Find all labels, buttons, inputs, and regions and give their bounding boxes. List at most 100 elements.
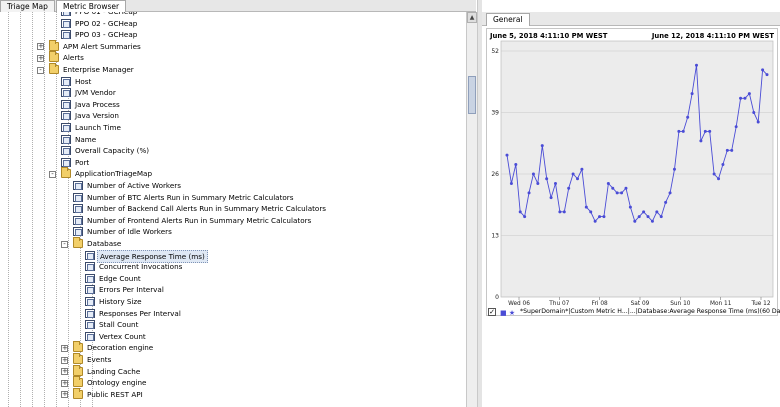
line-chart: 013263952Wed 06 Thu 07 Fri 08 Sat 09 Sun 10 M…: [491, 40, 774, 307]
data-point: [712, 172, 716, 176]
tree-guide-line: [8, 12, 9, 407]
metric-icon: [73, 192, 83, 202]
data-point: [690, 92, 694, 96]
data-point: [567, 186, 571, 190]
chart-legend: ✓ ■ ★ *SuperDomain*|Custom Metric H...|.…: [486, 307, 780, 319]
data-point: [743, 96, 747, 100]
tree-row-label: Overall Capacity (%): [75, 146, 150, 156]
data-point: [571, 172, 575, 176]
tree-row-label: Vertex Count: [99, 331, 146, 341]
metric-icon: [73, 227, 83, 237]
data-point: [650, 219, 654, 223]
tree-row-label: APM Alert Summaries: [63, 41, 141, 51]
data-point: [633, 219, 637, 223]
tree-row-label: Landing Cache: [87, 366, 141, 376]
metric-icon: [85, 273, 95, 283]
expand-icon[interactable]: +: [61, 391, 68, 399]
legend-label: *SuperDomain*|Custom Metric H...|...|Dat…: [520, 308, 780, 315]
data-point: [694, 63, 698, 67]
data-point: [593, 219, 597, 223]
tree-row-label: Number of Idle Workers: [87, 227, 172, 237]
expand-icon[interactable]: +: [61, 356, 68, 364]
data-point: [628, 205, 632, 209]
y-tick-label: 26: [491, 171, 499, 178]
metric-icon: [61, 99, 71, 109]
scroll-up-arrow-icon[interactable]: ▲: [467, 12, 477, 23]
metric-icon: [61, 76, 71, 86]
data-point: [562, 210, 566, 214]
collapse-icon[interactable]: -: [49, 170, 56, 178]
folder-icon: [49, 39, 59, 51]
legend-marker-icon: ■ ★: [500, 309, 516, 317]
data-point: [505, 153, 509, 157]
data-point: [514, 163, 518, 167]
tree-row-label: Database: [87, 239, 122, 248]
data-point: [549, 196, 553, 200]
collapse-icon[interactable]: -: [61, 240, 68, 248]
data-point: [730, 148, 734, 152]
tree-row-label: Alerts: [63, 53, 84, 63]
metric-icon: [61, 12, 71, 16]
tree-row-label: History Size: [99, 297, 142, 306]
tree-row-label: Decoration engine: [87, 343, 154, 353]
legend-checkbox[interactable]: ✓: [488, 308, 496, 316]
data-point: [708, 129, 712, 133]
tree-row-label: PPO 02 - GCHeap: [75, 18, 138, 28]
expand-icon[interactable]: +: [61, 344, 68, 352]
data-point: [527, 191, 531, 195]
tab-triage-map[interactable]: Triage Map: [0, 0, 55, 12]
tree-row-label: PPO 03 - GCHeap: [75, 30, 138, 40]
data-point: [637, 215, 641, 219]
tree-row-label: Events: [87, 355, 112, 364]
folder-icon: [73, 376, 83, 388]
tree-guide-line: [20, 12, 21, 407]
collapse-icon[interactable]: -: [37, 66, 44, 74]
data-point: [523, 215, 527, 219]
scrollbar-thumb[interactable]: [468, 76, 476, 114]
data-point: [717, 177, 721, 181]
metric-icon: [61, 18, 71, 28]
chart-panel: General June 5, 2018 4:11:10 PM WEST Jun…: [482, 0, 780, 407]
tree-scrollbar[interactable]: ▲: [466, 12, 477, 407]
data-point: [703, 129, 707, 133]
data-point: [646, 215, 650, 219]
chart-tab-bar: General: [482, 12, 780, 26]
tree-guide-line: [32, 12, 33, 407]
metric-icon: [61, 30, 71, 40]
data-point: [672, 167, 676, 171]
tree-row-label: Name: [75, 134, 97, 144]
chart-container: June 5, 2018 4:11:10 PM WEST June 12, 20…: [486, 28, 778, 316]
data-point: [677, 129, 681, 133]
metric-tree: PPO 01 - GCHeapPPO 02 - GCHeapPPO 03 - G…: [0, 12, 466, 407]
data-point: [624, 186, 628, 190]
y-tick-label: 39: [491, 110, 499, 117]
data-point: [545, 177, 549, 181]
expand-icon[interactable]: +: [37, 54, 44, 62]
data-point: [664, 200, 668, 204]
data-point: [739, 96, 743, 100]
data-point: [655, 210, 659, 214]
plot-area: [500, 40, 774, 298]
expand-icon[interactable]: +: [37, 43, 44, 51]
data-point: [558, 210, 562, 214]
tree-row-label: Number of BTC Alerts Run in Summary Metr…: [87, 192, 294, 202]
y-tick-label: 52: [491, 48, 499, 55]
expand-icon[interactable]: +: [61, 379, 68, 387]
tab-general[interactable]: General: [486, 13, 530, 26]
folder-icon: [73, 364, 83, 376]
y-tick-label: 13: [491, 233, 499, 240]
tree-row-label: Java Process: [75, 99, 120, 109]
tree-row-label: Launch Time: [75, 123, 121, 132]
data-point: [681, 129, 685, 133]
data-point: [531, 172, 535, 176]
tree-row-label: Number of Frontend Alerts Run in Summary…: [87, 215, 312, 225]
data-point: [699, 139, 703, 143]
folder-icon: [49, 51, 59, 63]
tree-row-label: Edge Count: [99, 273, 141, 283]
tab-metric-browser[interactable]: Metric Browser: [56, 0, 127, 12]
tree-row-label: Public REST API: [87, 389, 143, 399]
data-point: [620, 191, 624, 195]
expand-icon[interactable]: +: [61, 368, 68, 376]
top-tab-bar: Triage Map Metric Browser: [0, 0, 476, 12]
data-point: [589, 210, 593, 214]
